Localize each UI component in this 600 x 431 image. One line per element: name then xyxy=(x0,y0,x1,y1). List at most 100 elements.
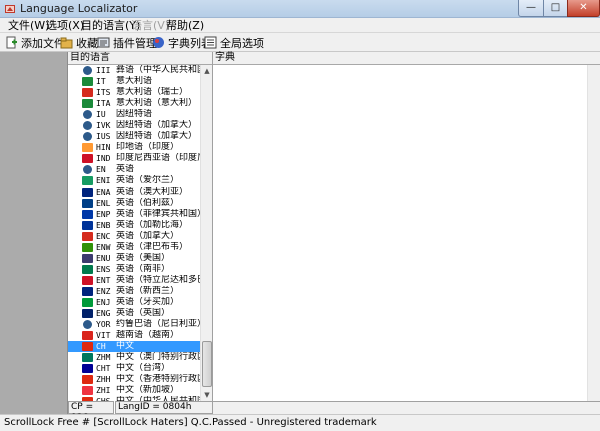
language-code: CH xyxy=(96,342,106,352)
language-name: 英语 xyxy=(116,164,135,175)
language-row[interactable]: IU 因纽特语 xyxy=(68,109,200,120)
language-code: IU xyxy=(96,110,106,120)
language-row[interactable]: ENZ 英语（新西兰） xyxy=(68,286,200,297)
left-panel xyxy=(0,52,68,414)
scroll-down-icon[interactable]: ▼ xyxy=(201,389,213,401)
close-button[interactable]: ✕ xyxy=(567,0,600,17)
plugin-manager-button[interactable]: 插件管理 xyxy=(97,35,157,50)
language-row[interactable]: HIN 印地语（印度） xyxy=(68,142,200,153)
menu-language[interactable]: 语言(V) xyxy=(131,19,169,32)
language-name: 中文 xyxy=(116,341,135,352)
flag-icon xyxy=(82,264,93,274)
language-name: 中文（台湾） xyxy=(116,363,171,374)
language-name: 英语（英国） xyxy=(116,308,171,319)
add-file-icon xyxy=(5,36,18,49)
language-name: 因纽特语 xyxy=(116,109,153,120)
flag-icon xyxy=(82,353,93,363)
language-code: ENT xyxy=(96,275,111,285)
language-row[interactable]: ZHI 中文（新加坡） xyxy=(68,385,200,396)
favorites-label: 收藏 xyxy=(76,36,98,50)
language-code: III xyxy=(96,66,111,75)
flag-icon xyxy=(82,143,93,153)
language-code: EN xyxy=(96,165,106,175)
language-name: 英语（菲律宾共和国） xyxy=(116,208,200,219)
dictionary-scrollbar[interactable] xyxy=(587,65,600,401)
language-row[interactable]: ENU 英语（美国） xyxy=(68,253,200,264)
language-row[interactable]: YOR 约鲁巴语（尼日利亚） xyxy=(68,319,200,330)
status-bar-empty xyxy=(213,401,600,414)
globe-icon xyxy=(83,165,92,175)
language-name: 彝语（中华人民共和国） xyxy=(116,65,200,75)
language-row[interactable]: ITS 意大利语（瑞士） xyxy=(68,87,200,98)
flag-icon xyxy=(82,331,93,341)
globe-icon xyxy=(83,121,92,131)
language-code: ENU xyxy=(96,253,111,263)
language-code: ENB xyxy=(96,220,111,230)
language-code: ENJ xyxy=(96,297,111,307)
menu-help[interactable]: 帮助(Z) xyxy=(166,19,204,32)
title-bar: Language Localizator — □ ✕ xyxy=(0,0,600,18)
language-name: 英语（南非） xyxy=(116,263,171,274)
scroll-thumb[interactable] xyxy=(202,341,212,387)
language-code: ENP xyxy=(96,209,111,219)
language-code: ENC xyxy=(96,231,111,241)
language-row[interactable]: ENT 英语（特立尼达和多巴哥 xyxy=(68,275,200,286)
language-row[interactable]: ITA 意大利语（意大利） xyxy=(68,98,200,109)
language-row[interactable]: VIT 越南语（越南） xyxy=(68,330,200,341)
language-row[interactable]: CH 中文 xyxy=(68,341,200,353)
menu-file[interactable]: 文件(W) xyxy=(8,19,49,32)
language-row[interactable]: IVK 因纽特语（加拿大） xyxy=(68,120,200,131)
language-row[interactable]: ENP 英语（菲律宾共和国） xyxy=(68,209,200,220)
language-row[interactable]: ENB 英语（加勒比海） xyxy=(68,220,200,231)
footer-status: ScrollLock Free # [ScrollLock Haters] Q.… xyxy=(0,414,600,431)
target-language-pane: 目的语言 III 彝语（中华人民共和国） IT 意大利语 ITS 意大利语（瑞士） ITA 意… xyxy=(68,52,213,401)
language-row[interactable]: IUS 因纽特语（加拿大） xyxy=(68,131,200,142)
flag-icon xyxy=(82,154,93,164)
flag-icon xyxy=(82,364,93,374)
language-row[interactable]: IT 意大利语 xyxy=(68,76,200,87)
language-name: 意大利语 xyxy=(116,76,153,87)
language-row[interactable]: ZHH 中文（香港特别行政区） xyxy=(68,374,200,385)
global-options-button[interactable]: 全局选项 xyxy=(204,35,264,50)
dictionary-pane[interactable]: 字典 xyxy=(213,52,600,401)
favorites-button[interactable]: 收藏 xyxy=(60,35,98,50)
language-list[interactable]: III 彝语（中华人民共和国） IT 意大利语 ITS 意大利语（瑞士） ITA 意大利语（意… xyxy=(68,65,200,401)
maximize-button[interactable]: □ xyxy=(543,0,568,17)
language-name: 约鲁巴语（尼日利亚） xyxy=(116,319,200,330)
language-row[interactable]: ENI 英语（爱尔兰） xyxy=(68,175,200,186)
menu-options[interactable]: 选项(X) xyxy=(46,19,84,32)
minimize-button[interactable]: — xyxy=(518,0,544,17)
globe-icon xyxy=(83,320,92,330)
dictionary-icon xyxy=(152,36,165,49)
language-row[interactable]: ENG 英语（英国） xyxy=(68,308,200,319)
language-code: ZHI xyxy=(96,386,111,396)
language-row[interactable]: ENJ 英语（牙买加） xyxy=(68,297,200,308)
language-row[interactable]: EN 英语 xyxy=(68,164,200,175)
language-row[interactable]: ENW 英语（津巴布韦） xyxy=(68,242,200,253)
flag-icon xyxy=(82,386,93,396)
language-row[interactable]: ENC 英语（加拿大） xyxy=(68,231,200,242)
scroll-up-icon[interactable]: ▲ xyxy=(201,65,213,77)
language-code: ENL xyxy=(96,198,111,208)
language-name: 英语（加拿大） xyxy=(116,230,180,241)
language-name: 英语（澳大利亚） xyxy=(116,186,189,197)
language-list-scrollbar[interactable]: ▲ ▼ xyxy=(200,65,212,401)
language-code: IT xyxy=(96,77,106,87)
language-row[interactable]: ENL 英语（伯利兹） xyxy=(68,198,200,209)
language-row[interactable]: IND 印度尼西亚语（印度尼西 xyxy=(68,153,200,164)
plugin-manager-label: 插件管理 xyxy=(113,36,157,50)
add-file-button[interactable]: 添加文件 xyxy=(5,35,65,50)
flag-icon xyxy=(82,99,93,109)
language-code: ENW xyxy=(96,242,111,252)
language-row[interactable]: ENS 英语（南非） xyxy=(68,264,200,275)
language-name: 中文（新加坡） xyxy=(116,385,180,396)
language-row[interactable]: ZHM 中文（澳门特别行政区） xyxy=(68,352,200,363)
language-row[interactable]: III 彝语（中华人民共和国） xyxy=(68,65,200,76)
language-row[interactable]: ENA 英语（澳大利亚） xyxy=(68,187,200,198)
language-name: 英语（伯利兹） xyxy=(116,197,180,208)
language-name: 意大利语（意大利） xyxy=(116,98,198,109)
globe-icon xyxy=(83,110,92,120)
dictionary-list-button[interactable]: 字典列表 xyxy=(152,35,212,50)
flag-icon xyxy=(82,375,93,385)
language-row[interactable]: CHT 中文（台湾） xyxy=(68,363,200,374)
